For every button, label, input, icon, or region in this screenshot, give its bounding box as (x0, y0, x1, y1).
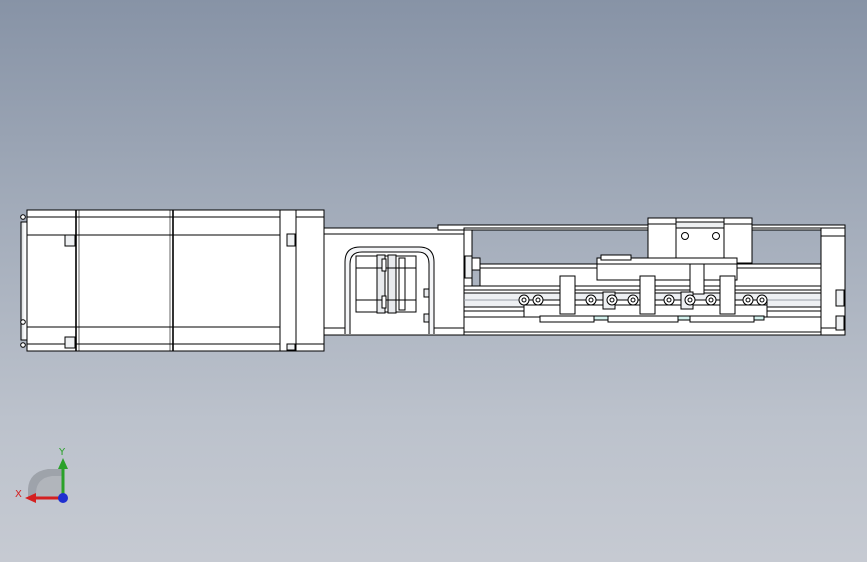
linear-actuator-model[interactable]: Y X (0, 0, 867, 562)
y-axis-label: Y (58, 447, 66, 458)
x-axis-label: X (15, 489, 22, 500)
cad-viewport[interactable]: Y X (0, 0, 867, 562)
coordinate-triad-icon (25, 458, 68, 503)
coupling-housing[interactable] (323, 227, 473, 336)
screw-nut-assembly[interactable] (523, 275, 768, 323)
stepper-motor[interactable] (20, 209, 325, 352)
